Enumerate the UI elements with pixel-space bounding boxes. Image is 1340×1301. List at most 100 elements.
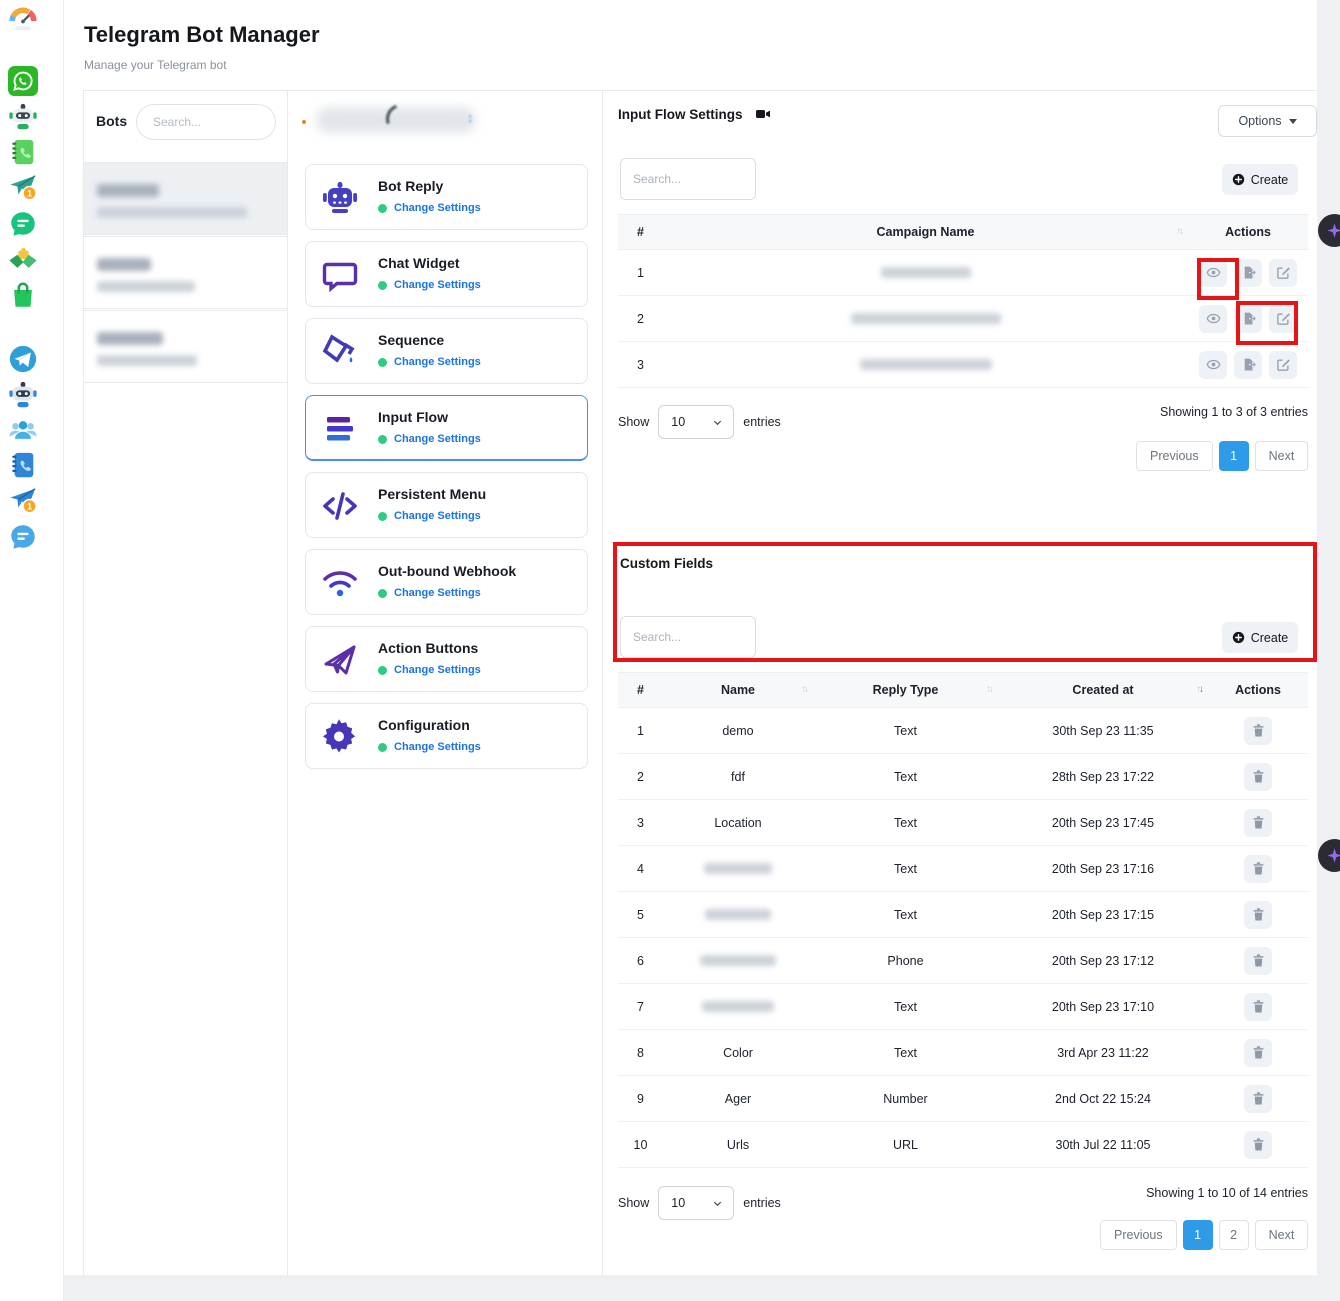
whatsapp-icon[interactable] [8,66,38,96]
field-name: Ager [725,1092,751,1106]
field-reply-type: Text [813,892,998,937]
export-button[interactable] [1234,351,1262,379]
edit-button[interactable] [1269,305,1297,333]
settings-card-bot-reply[interactable]: Bot ReplyChange Settings [305,164,588,230]
change-settings-link[interactable]: Change Settings [394,510,481,522]
export-button[interactable] [1234,259,1262,287]
change-settings-link[interactable]: Change Settings [394,664,481,676]
input-flow-icon [320,409,360,449]
view-button[interactable] [1199,351,1227,379]
handshake-puzzle-icon[interactable] [8,244,38,274]
table-row: 1 [618,250,1308,296]
divider [83,90,1317,91]
change-settings-link[interactable]: Change Settings [394,433,481,445]
export-icon [1241,311,1256,326]
column-header-actions: Actions [1208,673,1308,707]
shop-bag-icon[interactable] [8,280,38,310]
view-button[interactable] [1199,305,1227,333]
trash-icon [1251,1091,1266,1106]
redacted-text [97,207,247,218]
column-header-name[interactable]: Name ↑↓ [663,673,813,707]
change-settings-link[interactable]: Change Settings [394,356,481,368]
delete-button[interactable] [1244,809,1272,837]
page-background [1317,0,1340,1301]
persistent-menu-icon [320,486,360,526]
robot-blue-icon[interactable] [8,380,38,410]
next-page-button[interactable]: Next [1255,1220,1309,1250]
campaign-search-input[interactable] [620,158,756,200]
table-row: 4Text20th Sep 23 17:16 [618,846,1308,892]
row-number: 7 [618,984,663,1029]
page-button-1[interactable]: 1 [1219,441,1249,471]
send-badge-green-icon[interactable]: 1 [8,172,38,202]
trash-icon [1251,1045,1266,1060]
export-button[interactable] [1234,305,1262,333]
settings-card-out-bound-webhook[interactable]: Out-bound WebhookChange Settings [305,549,588,615]
delete-button[interactable] [1244,1039,1272,1067]
page-button-1[interactable]: 1 [1183,1220,1213,1250]
chat-green-icon[interactable] [8,209,38,239]
bot-title-redacted: : [300,104,580,138]
delete-button[interactable] [1244,901,1272,929]
export-icon [1241,265,1256,280]
next-page-button[interactable]: Next [1255,441,1309,471]
edit-icon [1276,357,1291,372]
settings-card-action-buttons[interactable]: Action ButtonsChange Settings [305,626,588,692]
speedometer-icon[interactable] [8,6,38,36]
bot-list-item[interactable] [84,236,287,309]
options-button[interactable]: Options [1218,105,1317,137]
previous-page-button[interactable]: Previous [1100,1220,1177,1250]
column-header-created-at[interactable]: Created at ↑↓ [998,673,1208,707]
settings-card-chat-widget[interactable]: Chat WidgetChange Settings [305,241,588,307]
contacts-blue-icon[interactable] [8,450,38,480]
previous-page-button[interactable]: Previous [1136,441,1213,471]
create-custom-field-button[interactable]: Create [1222,622,1298,653]
edit-button[interactable] [1269,351,1297,379]
page-size-select[interactable]: 10 [658,1186,734,1220]
delete-button[interactable] [1244,855,1272,883]
view-button[interactable] [1199,259,1227,287]
custom-fields-section-title: Custom Fields [620,556,713,571]
delete-button[interactable] [1244,1131,1272,1159]
bot-list-item[interactable] [84,310,287,383]
contacts-green-icon[interactable] [8,137,38,167]
column-header-num[interactable]: # [618,673,663,707]
audience-icon[interactable] [8,415,38,445]
settings-card-persistent-menu[interactable]: Persistent MenuChange Settings [305,472,588,538]
column-header-actions: Actions [1188,215,1308,249]
page-size-select[interactable]: 10 [658,405,734,439]
delete-button[interactable] [1244,993,1272,1021]
custom-fields-search-input[interactable] [620,616,756,658]
field-reply-type: Text [813,846,998,891]
change-settings-link[interactable]: Change Settings [394,587,481,599]
status-dot-icon [378,435,387,444]
trash-icon [1251,861,1266,876]
create-campaign-button[interactable]: Create [1222,164,1298,195]
settings-card-input-flow[interactable]: Input FlowChange Settings [305,395,588,461]
send-badge-blue-icon[interactable]: 1 [8,485,38,515]
bots-search-input[interactable] [136,104,276,140]
sort-icon: ↑↓ [987,684,993,695]
delete-button[interactable] [1244,717,1272,745]
change-settings-link[interactable]: Change Settings [394,279,481,291]
telegram-icon[interactable] [8,344,38,374]
bot-list-item[interactable] [84,162,287,235]
settings-card-configuration[interactable]: ConfigurationChange Settings [305,703,588,769]
chat-blue-icon[interactable] [8,522,38,552]
column-header-num[interactable]: # [618,215,663,249]
table-row: 8ColorText3rd Apr 23 11:22 [618,1030,1308,1076]
delete-button[interactable] [1244,763,1272,791]
robot-green-icon[interactable] [8,102,38,132]
table-row: 6Phone20th Sep 23 17:12 [618,938,1308,984]
change-settings-link[interactable]: Change Settings [394,202,481,214]
delete-button[interactable] [1244,1085,1272,1113]
settings-card-sequence[interactable]: SequenceChange Settings [305,318,588,384]
delete-button[interactable] [1244,947,1272,975]
edit-button[interactable] [1269,259,1297,287]
column-header-reply-type[interactable]: Reply Type ↑↓ [813,673,998,707]
page-size-control: Show 10 entries [618,1186,781,1220]
page-button-2[interactable]: 2 [1219,1220,1249,1250]
change-settings-link[interactable]: Change Settings [394,741,481,753]
column-header-campaign-name[interactable]: Campaign Name ↑↓ [663,215,1188,249]
webhook-icon [320,563,360,603]
